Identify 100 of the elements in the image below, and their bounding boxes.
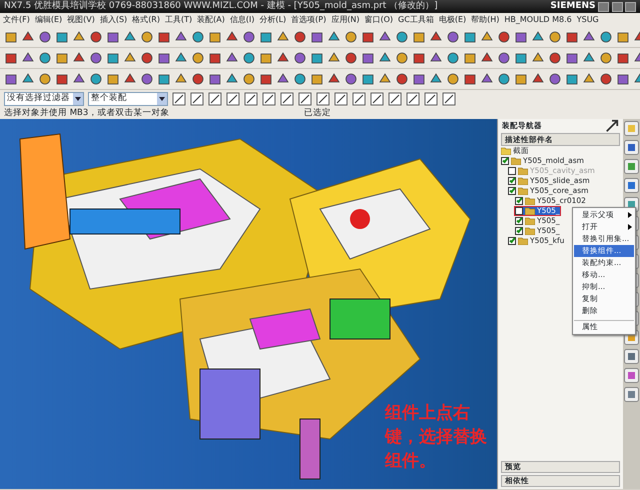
checkbox[interactable] [508, 237, 516, 245]
snap-icon[interactable] [316, 92, 330, 106]
snap-icon[interactable] [334, 92, 348, 106]
toolbar-icon[interactable] [140, 51, 154, 65]
toolbar-icon[interactable] [106, 51, 120, 65]
snap-icon[interactable] [442, 92, 456, 106]
toolbar-icon[interactable] [310, 51, 324, 65]
toolbar-icon[interactable] [293, 30, 307, 44]
snap-icon[interactable] [352, 92, 366, 106]
snap-icon[interactable] [406, 92, 420, 106]
menu-item[interactable]: 格式(R) [132, 14, 160, 26]
toolbar-icon[interactable] [412, 72, 426, 86]
resource-tab-icon[interactable] [624, 178, 639, 193]
toolbar-icon[interactable] [463, 30, 477, 44]
toolbar-icon[interactable] [157, 72, 171, 86]
menu-item[interactable]: 工具(T) [165, 14, 192, 26]
resource-tab-icon[interactable] [624, 349, 639, 364]
checkbox[interactable] [515, 217, 523, 225]
toolbar-icon[interactable] [497, 51, 511, 65]
checkbox[interactable] [515, 197, 523, 205]
toolbar-icon[interactable] [157, 51, 171, 65]
toolbar-icon[interactable] [361, 72, 375, 86]
resource-tab-icon[interactable] [624, 140, 639, 155]
toolbar-icon[interactable] [242, 51, 256, 65]
resource-tab-icon[interactable] [624, 368, 639, 383]
toolbar-icon[interactable] [242, 30, 256, 44]
checkbox[interactable] [508, 167, 516, 175]
toolbar-icon[interactable] [140, 30, 154, 44]
toolbar-icon[interactable] [344, 51, 358, 65]
toolbar-icon[interactable] [293, 51, 307, 65]
toolbar-icon[interactable] [395, 51, 409, 65]
toolbar-icon[interactable] [361, 51, 375, 65]
checkbox[interactable] [515, 207, 523, 215]
snap-icon[interactable] [190, 92, 204, 106]
toolbar-icon[interactable] [395, 30, 409, 44]
toolbar-icon[interactable] [616, 51, 630, 65]
toolbar-icon[interactable] [599, 72, 613, 86]
menu-item[interactable]: 应用(N) [331, 14, 360, 26]
toolbar-icon[interactable] [55, 72, 69, 86]
toolbar-icon[interactable] [293, 72, 307, 86]
snap-icon[interactable] [262, 92, 276, 106]
toolbar-icon[interactable] [259, 72, 273, 86]
snap-icon[interactable] [370, 92, 384, 106]
toolbar-icon[interactable] [310, 30, 324, 44]
toolbar-icon[interactable] [55, 51, 69, 65]
toolbar-icon[interactable] [344, 30, 358, 44]
menu-item[interactable]: GC工具箱 [398, 14, 434, 26]
menu-item[interactable]: YSUG [576, 14, 599, 26]
toolbar-icon[interactable] [38, 51, 52, 65]
toolbar-icon[interactable] [191, 30, 205, 44]
snap-icon[interactable] [424, 92, 438, 106]
toolbar-icon[interactable] [463, 72, 477, 86]
toolbar-icon[interactable] [106, 30, 120, 44]
checkbox[interactable] [508, 187, 516, 195]
toolbar-icon[interactable] [259, 51, 273, 65]
checkbox[interactable] [501, 157, 509, 165]
menu-item[interactable]: 分析(L) [259, 14, 286, 26]
menu-item[interactable]: HB_MOULD M8.6 [504, 14, 572, 26]
snap-icon[interactable] [388, 92, 402, 106]
resource-tab-icon[interactable] [624, 121, 639, 136]
toolbar-icon[interactable] [599, 30, 613, 44]
snap-icon[interactable] [172, 92, 186, 106]
toolbar-icon[interactable] [344, 72, 358, 86]
toolbar-icon[interactable] [548, 72, 562, 86]
resource-tab-icon[interactable] [624, 387, 639, 402]
toolbar-icon[interactable] [514, 72, 528, 86]
snap-icon[interactable] [208, 92, 222, 106]
snap-icon[interactable] [226, 92, 240, 106]
filter-dropdown[interactable]: 没有选择过滤器 [4, 92, 84, 106]
menu-item[interactable]: 装配(A) [197, 14, 225, 26]
toolbar-icon[interactable] [446, 51, 460, 65]
toolbar-icon[interactable] [157, 30, 171, 44]
toolbar-icon[interactable] [548, 30, 562, 44]
toolbar-icon[interactable] [412, 30, 426, 44]
toolbar-icon[interactable] [208, 30, 222, 44]
menu-item[interactable]: 插入(S) [100, 14, 128, 26]
toolbar-icon[interactable] [497, 30, 511, 44]
toolbar-icon[interactable] [565, 72, 579, 86]
scope-dropdown[interactable]: 整个装配 [88, 92, 168, 106]
toolbar-icon[interactable] [565, 51, 579, 65]
menu-item[interactable]: 窗口(O) [364, 14, 394, 26]
toolbar-icon[interactable] [361, 30, 375, 44]
close-button[interactable] [625, 2, 636, 12]
toolbar-icon[interactable] [191, 72, 205, 86]
menu-item[interactable]: 文件(F) [3, 14, 30, 26]
toolbar-icon[interactable] [38, 72, 52, 86]
toolbar-icon[interactable] [140, 72, 154, 86]
resource-tab-icon[interactable] [624, 159, 639, 174]
toolbar-icon[interactable] [446, 72, 460, 86]
toolbar-icon[interactable] [4, 51, 18, 65]
menu-item[interactable]: 电极(E) [438, 14, 466, 26]
toolbar-icon[interactable] [89, 72, 103, 86]
toolbar-icon[interactable] [106, 72, 120, 86]
toolbar-icon[interactable] [89, 51, 103, 65]
toolbar-icon[interactable] [191, 51, 205, 65]
toolbar-icon[interactable] [208, 51, 222, 65]
toolbar-icon[interactable] [514, 30, 528, 44]
toolbar-icon[interactable] [55, 30, 69, 44]
toolbar-icon[interactable] [310, 72, 324, 86]
maximize-button[interactable] [612, 2, 622, 12]
